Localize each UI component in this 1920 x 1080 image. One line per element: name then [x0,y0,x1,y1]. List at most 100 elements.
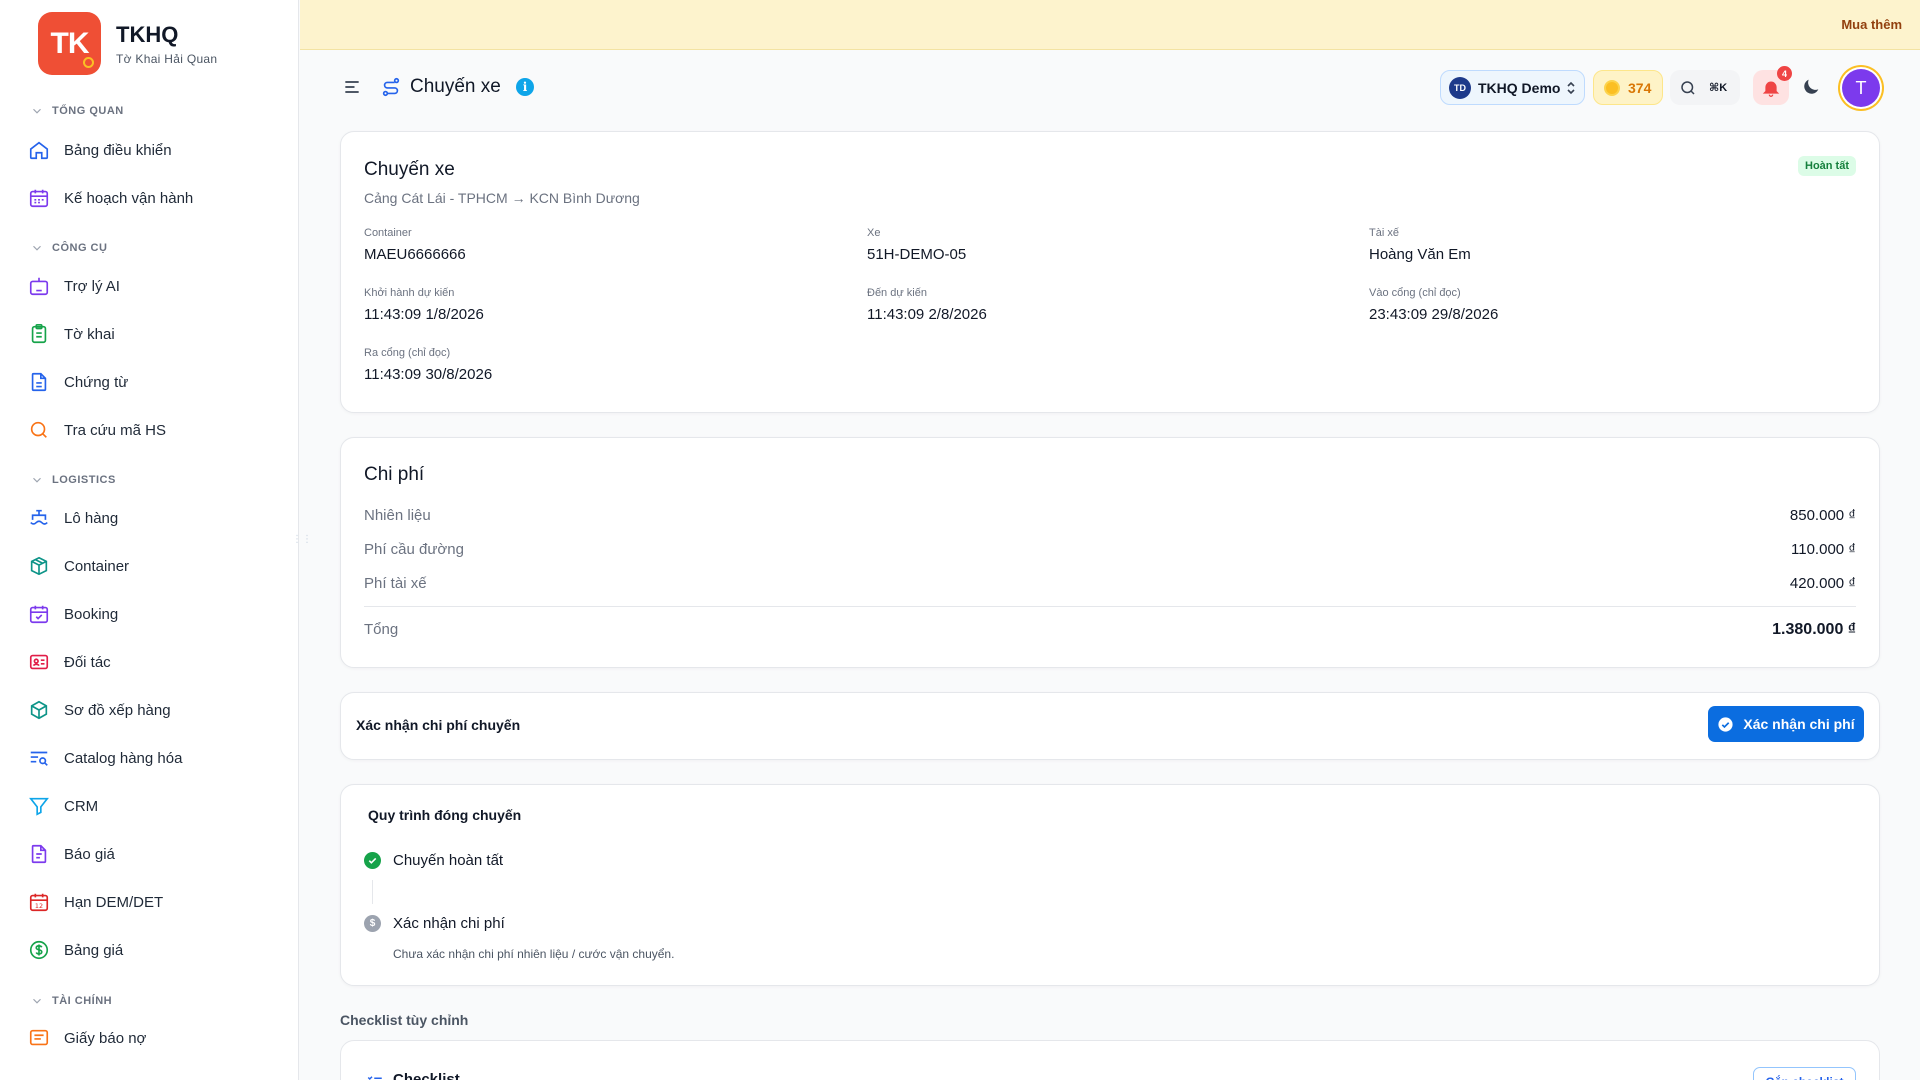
costs-title: Chi phí [364,464,425,485]
organization-switcher[interactable]: TD TKHQ Demo [1440,70,1585,105]
sidebar-item-ai-assistant[interactable]: Trợ lý AI [28,268,278,304]
field-vehicle: Xe 51H-DEMO-05 [867,227,966,263]
brand[interactable]: TK TKHQ Tờ Khai Hải Quan [38,12,217,75]
field-gate-in: Vào cổng (chỉ đọc) 23:43:09 29/8/2026 [1369,287,1498,323]
sidebar-item-crm[interactable]: CRM [28,788,278,824]
field-label: Khởi hành dự kiến [364,287,455,299]
field-driver: Tài xế Hoàng Văn Em [1369,227,1471,263]
field-value: MAEU6666666 [364,246,466,263]
field-label: Tài xế [1369,227,1399,239]
coin-icon [1604,79,1620,96]
menu-icon[interactable] [342,77,362,97]
cost-divider [364,606,1856,607]
chevron-up-down-icon [1567,81,1575,95]
cost-value: 850.000 ₫ [1789,507,1856,524]
sidebar-item-label: Hạn DEM/DET [64,893,164,911]
buy-more-link[interactable]: Mua thêm [1841,17,1902,32]
sidebar-item-hs-lookup[interactable]: Tra cứu mã HS [28,412,278,448]
sidebar-item-dashboard[interactable]: Bảng điều khiển [28,132,278,168]
box-icon [30,556,48,576]
moon-icon[interactable] [1800,76,1822,98]
search-shortcut: ⌘K [1709,82,1728,94]
sidebar-item-label: Chứng từ [64,373,129,391]
section-finance[interactable]: TÀI CHÍNH [30,994,112,1008]
field-gate-out: Ra cổng (chỉ đọc) 11:43:09 30/8/2026 [364,347,492,383]
field-value: 11:43:09 2/8/2026 [867,306,987,323]
step-label: Xác nhận chi phí [393,915,505,932]
user-avatar[interactable]: T [1842,69,1880,107]
confirm-costs-button[interactable]: Xác nhận chi phí [1708,706,1864,742]
section-overview[interactable]: TỔNG QUAN [30,104,124,118]
dollar-circle-icon [29,940,49,960]
sidebar-item-dem-det[interactable]: 12 Hạn DEM/DET [28,884,278,920]
chevron-down-icon [33,477,41,483]
trip-route: Cảng Cát Lái - TPHCM → KCN Bình Dương [364,190,640,206]
info-icon[interactable]: i [516,78,534,96]
file-icon [31,372,47,392]
sidebar-item-shipments[interactable]: Lô hàng [28,500,278,536]
section-label: LOGISTICS [52,474,116,486]
check-circle-icon [1718,716,1733,732]
global-search-button[interactable]: ⌘K [1670,70,1740,105]
svg-text:12: 12 [35,902,43,910]
notifications-button[interactable]: 4 [1753,66,1792,105]
id-card-icon [29,654,49,670]
attach-checklist-button[interactable]: Gắn checklist [1753,1067,1856,1080]
sidebar: TK TKHQ Tờ Khai Hải Quan TỔNG QUAN Bảng … [0,0,299,1080]
field-value: 23:43:09 29/8/2026 [1369,306,1499,323]
field-value: 11:43:09 1/8/2026 [364,306,484,323]
cost-row: Phí tài xế 420.000 ₫ [364,575,1856,597]
sidebar-resize-handle[interactable]: ⋮⋮ [292,534,312,548]
ship-icon [30,509,48,525]
calendar-icon [29,189,49,208]
sidebar-item-label: Bảng giá [64,941,124,959]
notification-count-badge: 4 [1777,66,1792,81]
cost-total-label: Tổng [364,621,399,638]
section-logistics[interactable]: LOGISTICS [30,473,116,487]
section-label: TỔNG QUAN [52,105,124,117]
chevron-down-icon [33,998,41,1004]
sidebar-item-debit-notes[interactable]: Giấy báo nợ [28,1020,278,1056]
sidebar-item-label: Catalog hàng hóa [64,749,183,767]
field-label: Ra cổng (chỉ đọc) [364,347,451,359]
search-icon [30,421,47,438]
sidebar-item-booking[interactable]: Booking [28,596,278,632]
cost-label: Nhiên liệu [364,507,431,524]
field-label: Container [364,227,412,239]
step-description: Chưa xác nhận chi phí nhiên liệu / cước … [393,947,675,961]
cost-value: 110.000 ₫ [1791,541,1856,558]
workflow-step-completed: Chuyến hoàn tất [364,852,503,869]
close-trip-workflow-card: Quy trình đóng chuyến Chuyến hoàn tất $ … [340,784,1880,986]
workflow-step-confirm-costs: $ Xác nhận chi phí [364,915,505,932]
confirm-costs-card: Xác nhận chi phí chuyến Xác nhận chi phí [340,692,1880,760]
field-planned-arrival: Đến dự kiến 11:43:09 2/8/2026 [867,287,987,323]
cost-row: Phí cầu đường 110.000 ₫ [364,541,1856,563]
list-search-icon [30,751,48,766]
sidebar-item-price-list[interactable]: Bảng giá [28,932,278,968]
section-tools[interactable]: CÔNG CỤ [30,241,107,255]
clipboard-icon [31,324,47,344]
credits-badge[interactable]: 374 [1593,70,1663,105]
cube-icon [30,700,48,720]
cost-label: Phí tài xế [364,575,427,592]
sidebar-item-load-plan[interactable]: Sơ đồ xếp hàng [28,692,278,728]
cost-row: Nhiên liệu 850.000 ₫ [364,507,1856,529]
org-name: TKHQ Demo [1478,79,1561,96]
status-badge: Hoàn tất [1798,156,1856,176]
home-icon [29,141,49,160]
cost-total-value: 1.380.000 ₫ [1772,621,1856,638]
sidebar-item-operations-plan[interactable]: Kế hoạch vận hành [28,180,278,216]
calendar-12-icon: 12 [29,893,49,912]
sidebar-item-quotes[interactable]: Báo giá [28,836,278,872]
top-banner: Mua thêm [300,0,1920,50]
sidebar-item-declarations[interactable]: Tờ khai [28,316,278,352]
cost-value: 420.000 ₫ [1789,575,1856,592]
sidebar-item-catalog[interactable]: Catalog hàng hóa [28,740,278,776]
step-label: Chuyến hoàn tất [393,852,504,869]
sidebar-item-label: Booking [64,605,119,623]
sidebar-item-documents[interactable]: Chứng từ [28,364,278,400]
sidebar-item-partners[interactable]: Đối tác [28,644,278,680]
sidebar-item-container[interactable]: Container [28,548,278,584]
checklist-card: Checklist Gắn checklist [340,1040,1880,1080]
sidebar-item-label: Báo giá [64,845,115,863]
